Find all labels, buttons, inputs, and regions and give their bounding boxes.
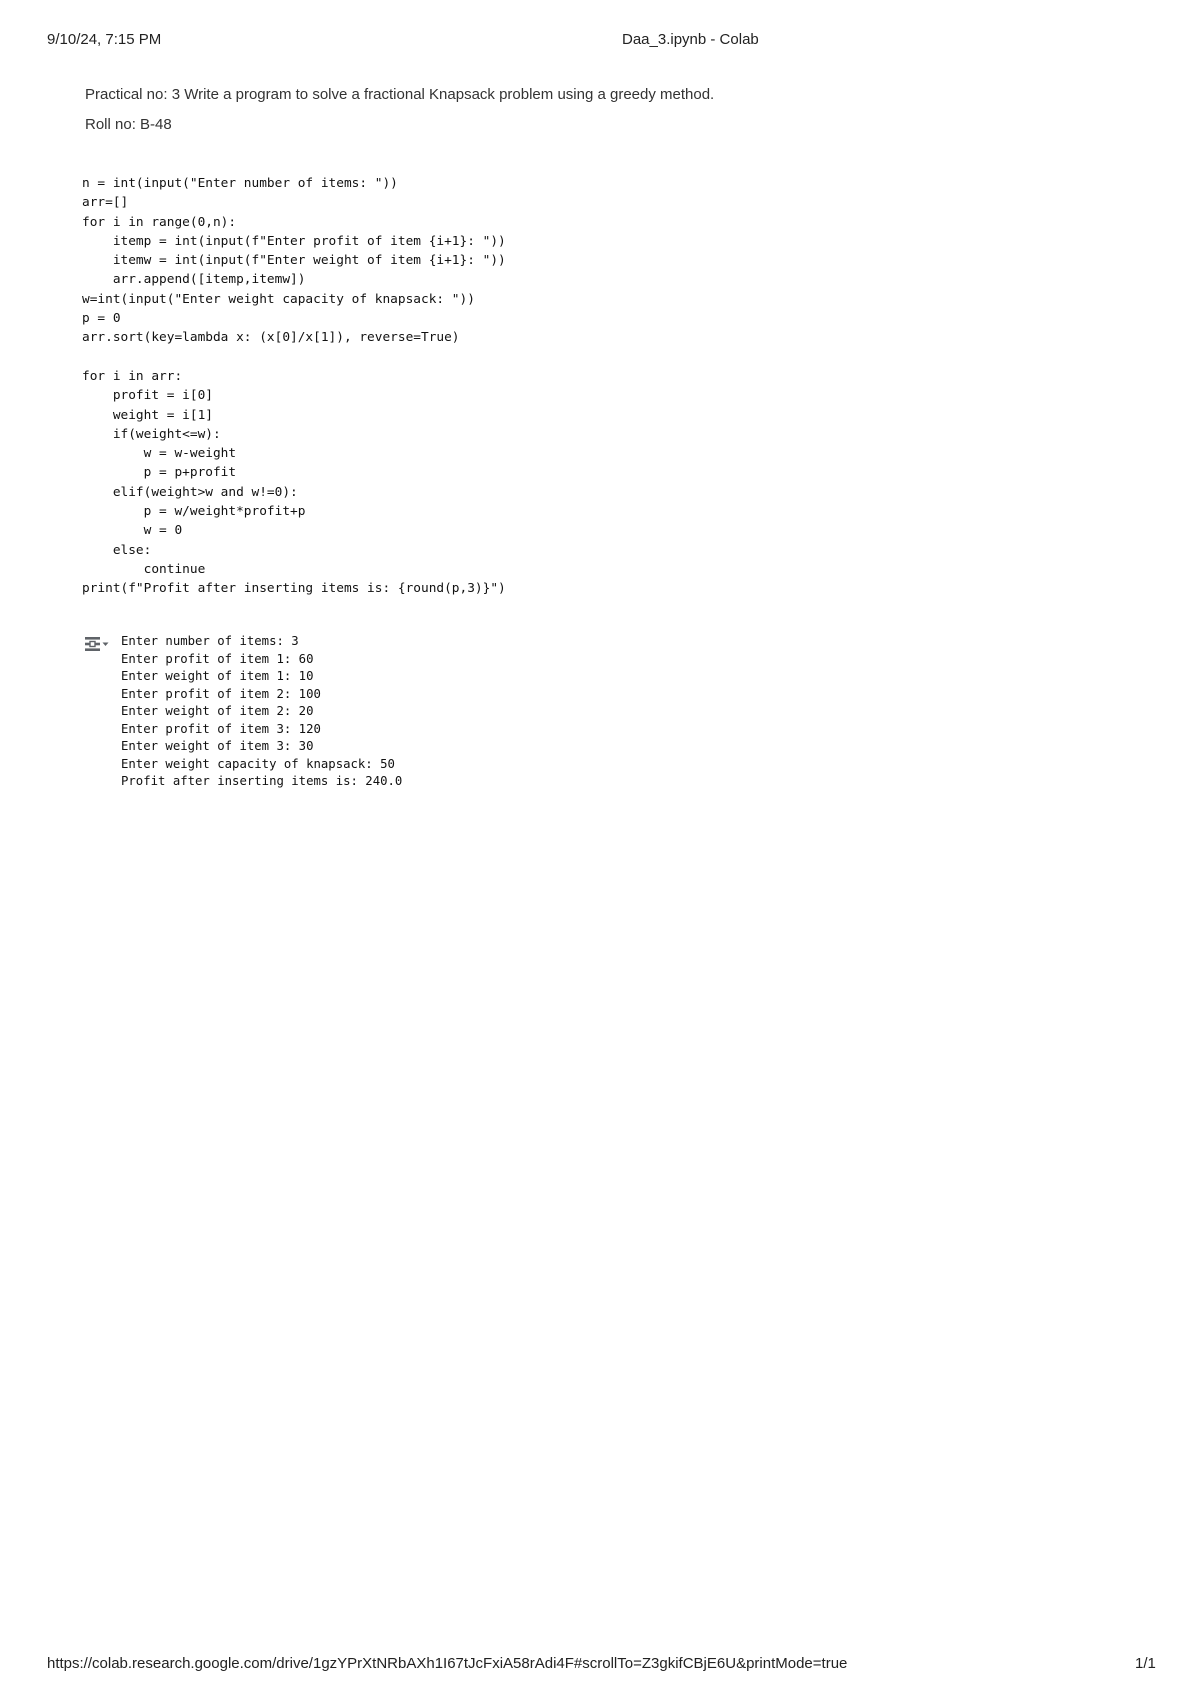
practical-heading: Practical no: 3 Write a program to solve… [85,86,715,103]
output-area: Enter number of items: 3 Enter profit of… [82,633,1102,791]
page-number: 1/1 [1135,1655,1156,1672]
code-editor[interactable]: n = int(input("Enter number of items: ")… [82,174,1102,599]
print-datetime: 9/10/24, 7:15 PM [47,31,162,48]
output-toggle-icon[interactable] [82,634,112,654]
roll-number: Roll no: B-48 [85,116,172,133]
output-text: Enter number of items: 3 Enter profit of… [121,634,403,788]
code-cell[interactable]: n = int(input("Enter number of items: ")… [82,174,1102,599]
print-title: Daa_3.ipynb - Colab [622,31,759,48]
print-url: https://colab.research.google.com/drive/… [47,1655,848,1672]
text-cell: Practical no: 3 Write a program to solve… [85,86,714,133]
